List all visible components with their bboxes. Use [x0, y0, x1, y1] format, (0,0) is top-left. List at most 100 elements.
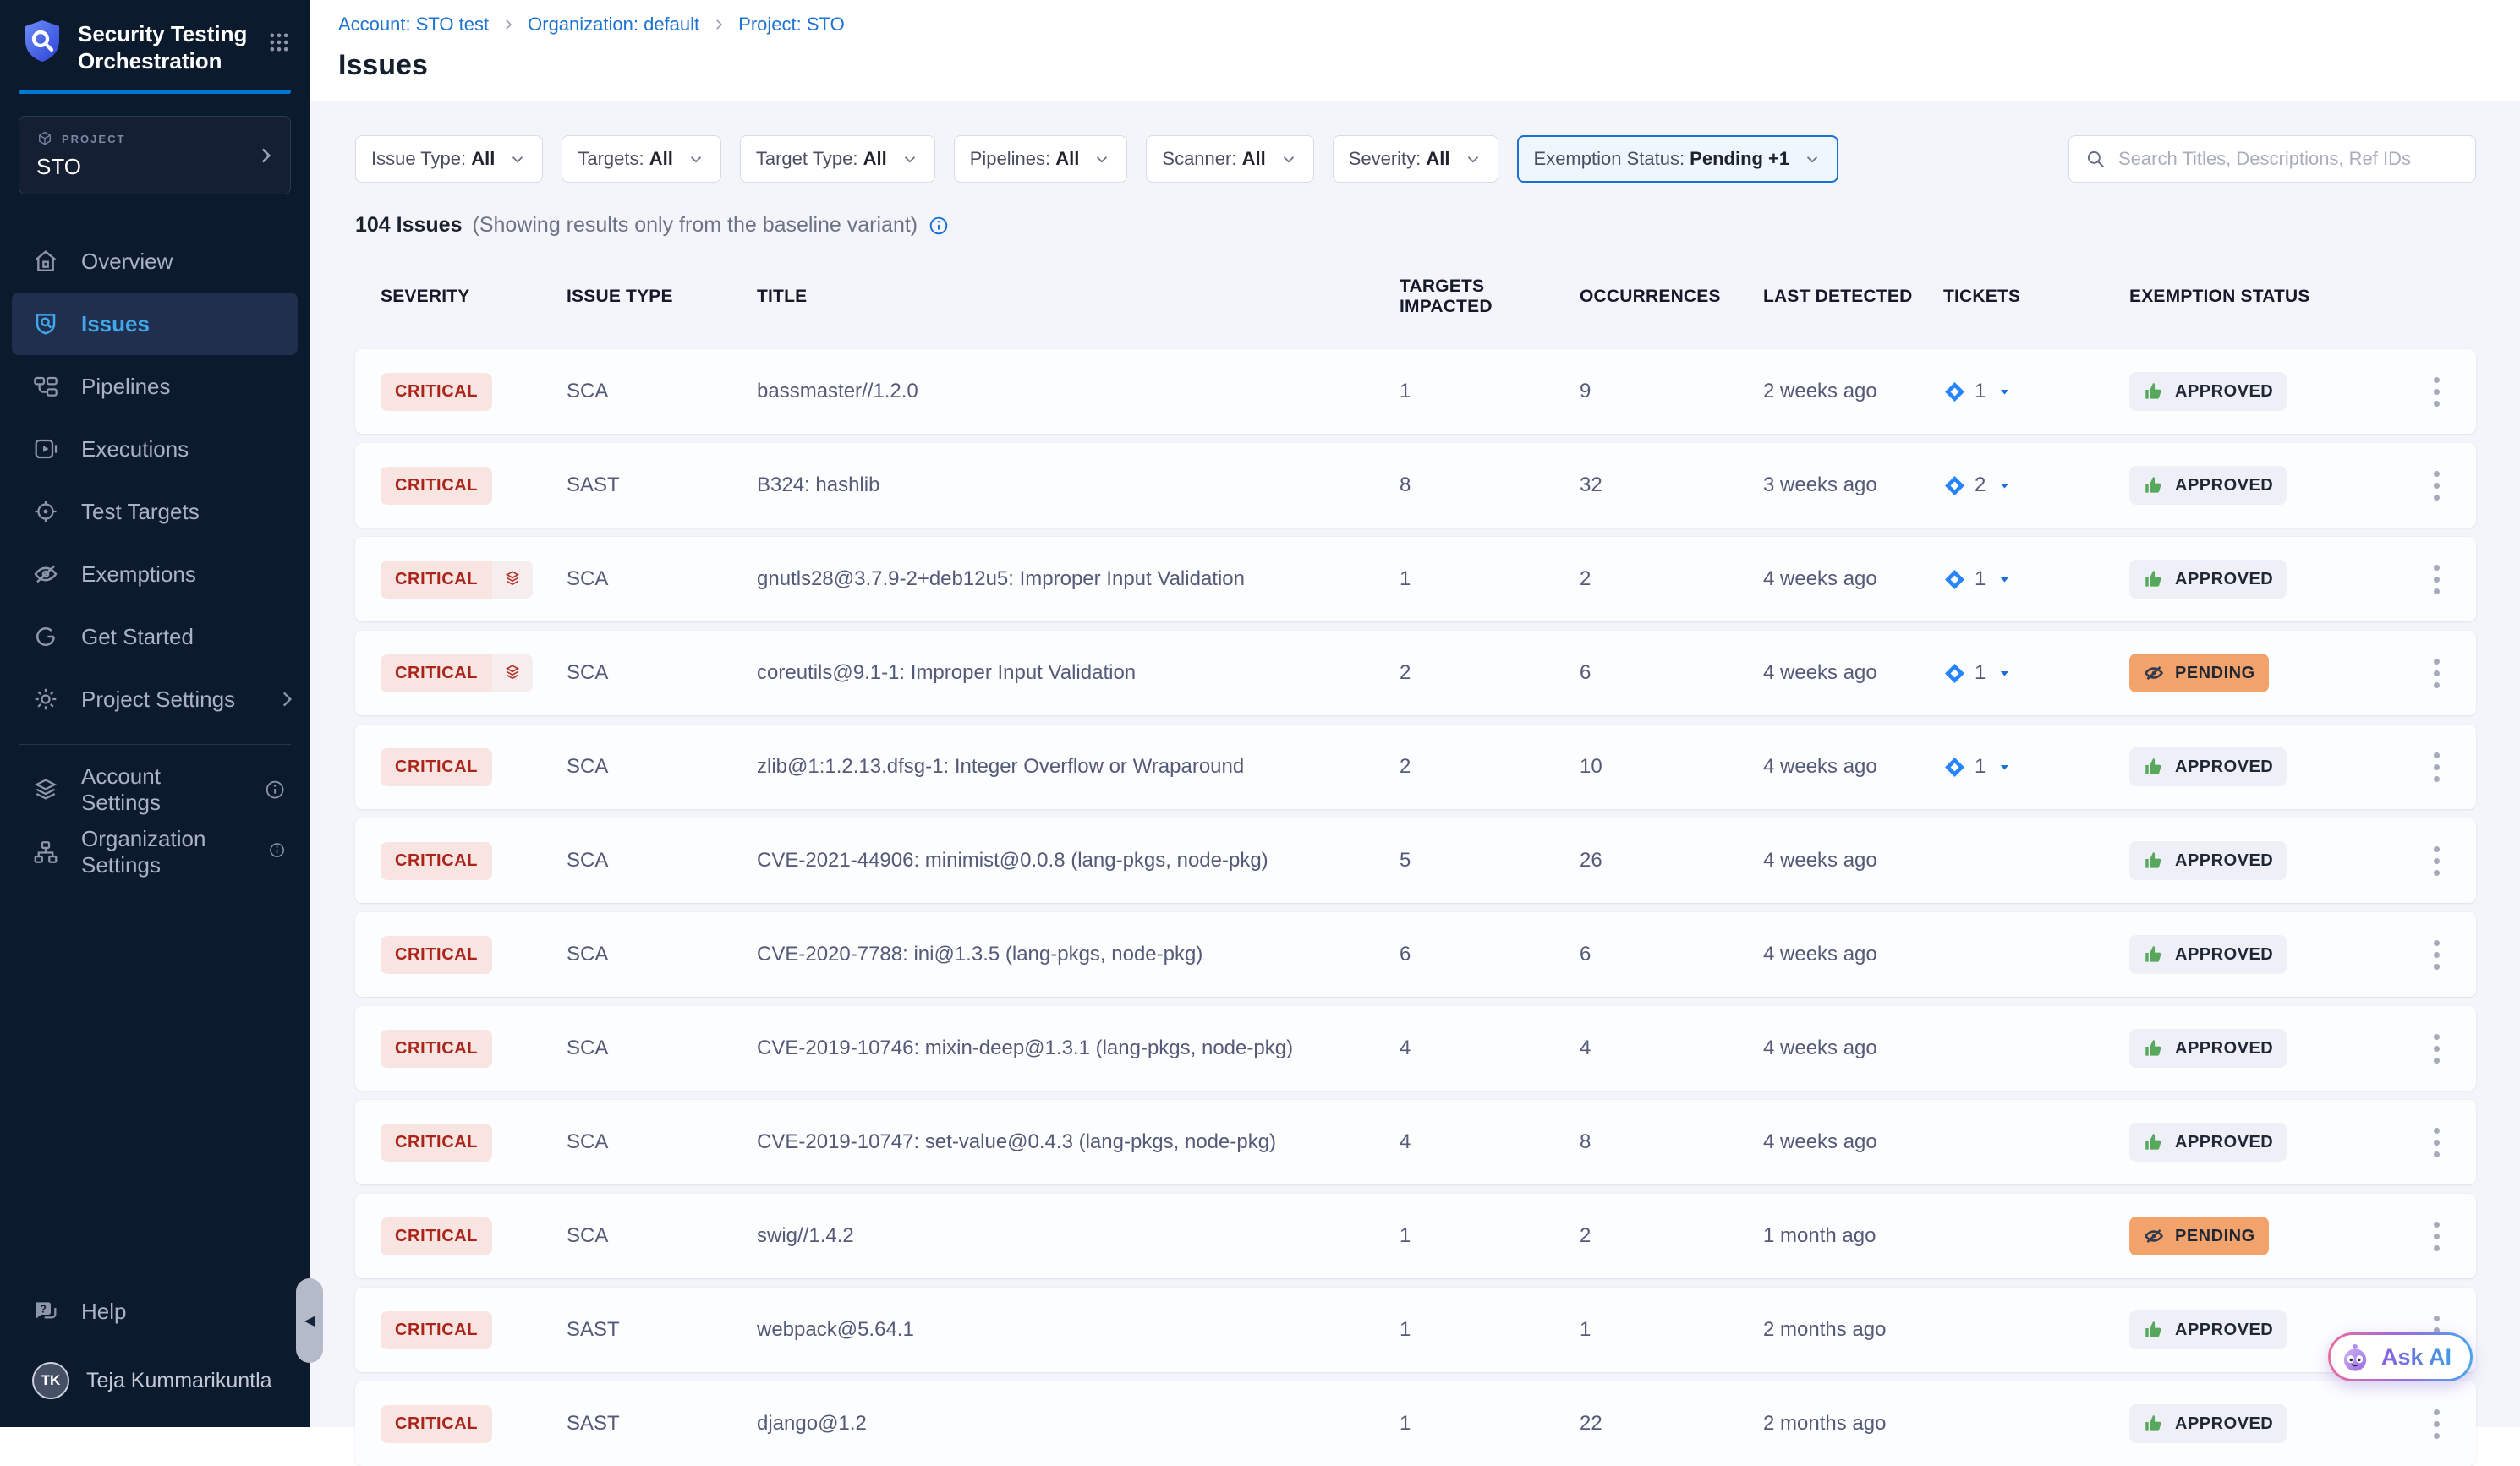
issue-title[interactable]: zlib@1:1.2.13.dfsg-1: Integer Overflow o…	[757, 755, 1400, 779]
issue-title[interactable]: gnutls28@3.7.9-2+deb12u5: Improper Input…	[757, 567, 1400, 591]
sidebar-item-help[interactable]: ? Help	[0, 1280, 310, 1343]
filter-target-type[interactable]: Target Type: All	[740, 135, 935, 183]
ticket-link[interactable]: 1	[1943, 755, 2129, 779]
user-menu[interactable]: TK Teja Kummarikuntla	[0, 1343, 310, 1419]
thumbs-up-icon	[2143, 380, 2165, 402]
table-row[interactable]: CRITICAL SCA CVE-2019-10746: mixin-deep@…	[355, 1006, 2476, 1091]
issue-title[interactable]: B324: hashlib	[757, 473, 1400, 497]
project-selector[interactable]: PROJECT STO	[19, 116, 291, 194]
page-title: Issues	[338, 49, 2491, 82]
caret-down-icon	[1997, 760, 2012, 774]
ask-ai-button[interactable]: Ask AI	[2328, 1332, 2473, 1381]
table-row[interactable]: CRITICAL SCA coreutils@9.1-1: Improper I…	[355, 631, 2476, 715]
caret-down-icon	[1997, 572, 2012, 587]
issue-title[interactable]: bassmaster//1.2.0	[757, 380, 1400, 403]
sidebar-item-executions[interactable]: Executions	[0, 418, 310, 480]
sidebar-item-project-settings[interactable]: Project Settings	[0, 668, 310, 730]
target-icon	[32, 498, 59, 525]
severity-badge: CRITICAL	[381, 1217, 492, 1255]
issue-title[interactable]: CVE-2019-10746: mixin-deep@1.3.1 (lang-p…	[757, 1037, 1400, 1060]
issue-title[interactable]: coreutils@9.1-1: Improper Input Validati…	[757, 661, 1400, 685]
severity-badge: CRITICAL	[381, 1311, 492, 1349]
issue-title[interactable]: CVE-2019-10747: set-value@0.4.3 (lang-pk…	[757, 1130, 1400, 1154]
filter-exemption-status[interactable]: Exemption Status: Pending +1	[1517, 135, 1839, 183]
table-row[interactable]: CRITICAL SCA zlib@1:1.2.13.dfsg-1: Integ…	[355, 725, 2476, 809]
pipelines-icon	[32, 373, 59, 400]
sidebar-item-exemptions[interactable]: Exemptions	[0, 543, 310, 605]
filter-severity[interactable]: Severity: All	[1333, 135, 1498, 183]
issue-title[interactable]: CVE-2021-44906: minimist@0.0.8 (lang-pkg…	[757, 849, 1400, 872]
ticket-link[interactable]: 2	[1943, 473, 2129, 497]
search-box[interactable]	[2068, 135, 2476, 183]
info-icon[interactable]	[928, 215, 950, 237]
severity-cell: CRITICAL	[381, 467, 567, 505]
sidebar-collapse-button[interactable]: ◀	[296, 1278, 323, 1363]
filter-pipelines[interactable]: Pipelines: All	[954, 135, 1128, 183]
sidebar-item-account-settings[interactable]: Account Settings	[0, 758, 310, 821]
breadcrumb-link[interactable]: Project: STO	[738, 14, 845, 36]
filter-scanner[interactable]: Scanner: All	[1146, 135, 1313, 183]
row-menu-button[interactable]	[2429, 372, 2445, 412]
exemption-status-cell: APPROVED	[2129, 1123, 2414, 1162]
row-menu-button[interactable]	[2429, 654, 2445, 693]
filter-issue-type[interactable]: Issue Type: All	[355, 135, 543, 183]
targets-impacted-cell: 1	[1400, 1224, 1580, 1248]
exemption-status-cell: APPROVED	[2129, 841, 2414, 880]
sidebar-item-label: Issues	[81, 311, 150, 337]
sidebar-item-pipelines[interactable]: Pipelines	[0, 355, 310, 418]
executions-icon	[32, 435, 59, 462]
issue-type-cell: SCA	[567, 1224, 757, 1248]
issue-title[interactable]: swig//1.4.2	[757, 1224, 1400, 1248]
sidebar-item-test-targets[interactable]: Test Targets	[0, 480, 310, 543]
sidebar-item-organization-settings[interactable]: Organization Settings	[0, 821, 310, 883]
row-menu-button[interactable]	[2429, 1404, 2445, 1444]
severity-badge: CRITICAL	[381, 467, 492, 505]
filter-label: Severity: All	[1349, 148, 1450, 170]
issue-title[interactable]: django@1.2	[757, 1412, 1400, 1436]
row-menu-button[interactable]	[2429, 841, 2445, 881]
column-header: OCCURRENCES	[1580, 287, 1763, 307]
occurrences-cell: 6	[1580, 943, 1763, 966]
search-input[interactable]	[2118, 148, 2460, 170]
chevron-down-icon	[901, 150, 919, 168]
ticket-link[interactable]: 1	[1943, 567, 2129, 591]
row-menu-button[interactable]	[2429, 935, 2445, 975]
sidebar-item-get-started[interactable]: Get Started	[0, 605, 310, 668]
row-menu-button[interactable]	[2429, 1123, 2445, 1162]
row-menu-button[interactable]	[2429, 747, 2445, 787]
severity-cell: CRITICAL	[381, 1124, 567, 1162]
table-row[interactable]: CRITICAL SCA gnutls28@3.7.9-2+deb12u5: I…	[355, 537, 2476, 621]
issue-title[interactable]: CVE-2020-7788: ini@1.3.5 (lang-pkgs, nod…	[757, 943, 1400, 966]
table-row[interactable]: CRITICAL SAST webpack@5.64.1 1 1 2 month…	[355, 1288, 2476, 1372]
column-header: LAST DETECTED	[1763, 287, 1943, 307]
table-row[interactable]: CRITICAL SAST B324: hashlib 8 32 3 weeks…	[355, 443, 2476, 528]
issue-title[interactable]: webpack@5.64.1	[757, 1318, 1400, 1342]
severity-label: CRITICAL	[381, 561, 492, 599]
severity-cell: CRITICAL	[381, 1311, 567, 1349]
table-row[interactable]: CRITICAL SCA CVE-2019-10747: set-value@0…	[355, 1100, 2476, 1184]
table-row[interactable]: CRITICAL SCA swig//1.4.2 1 2 1 month ago…	[355, 1194, 2476, 1278]
row-menu-button[interactable]	[2429, 1217, 2445, 1256]
row-menu-button[interactable]	[2429, 1029, 2445, 1069]
app-grid-icon[interactable]	[267, 30, 291, 74]
exemption-status-badge: APPROVED	[2129, 747, 2287, 786]
occurrences-cell: 2	[1580, 1224, 1763, 1248]
breadcrumb-link[interactable]: Account: STO test	[338, 14, 489, 36]
issue-type-cell: SCA	[567, 1037, 757, 1060]
table-row[interactable]: CRITICAL SCA bassmaster//1.2.0 1 9 2 wee…	[355, 349, 2476, 434]
table-row[interactable]: CRITICAL SAST django@1.2 1 22 2 months a…	[355, 1381, 2476, 1466]
filter-targets[interactable]: Targets: All	[562, 135, 721, 183]
breadcrumb-separator-icon	[711, 17, 726, 32]
row-menu-button[interactable]	[2429, 560, 2445, 599]
severity-badge: CRITICAL	[381, 936, 492, 974]
last-detected-cell: 2 months ago	[1763, 1318, 1943, 1342]
breadcrumb-link[interactable]: Organization: default	[528, 14, 699, 36]
sidebar-item-overview[interactable]: Overview	[0, 230, 310, 293]
row-menu-button[interactable]	[2429, 466, 2445, 506]
sidebar-item-issues[interactable]: Issues	[12, 293, 298, 355]
breadcrumb-separator-icon	[501, 17, 516, 32]
ticket-link[interactable]: 1	[1943, 380, 2129, 403]
table-row[interactable]: CRITICAL SCA CVE-2020-7788: ini@1.3.5 (l…	[355, 912, 2476, 997]
ticket-link[interactable]: 1	[1943, 661, 2129, 685]
table-row[interactable]: CRITICAL SCA CVE-2021-44906: minimist@0.…	[355, 818, 2476, 903]
